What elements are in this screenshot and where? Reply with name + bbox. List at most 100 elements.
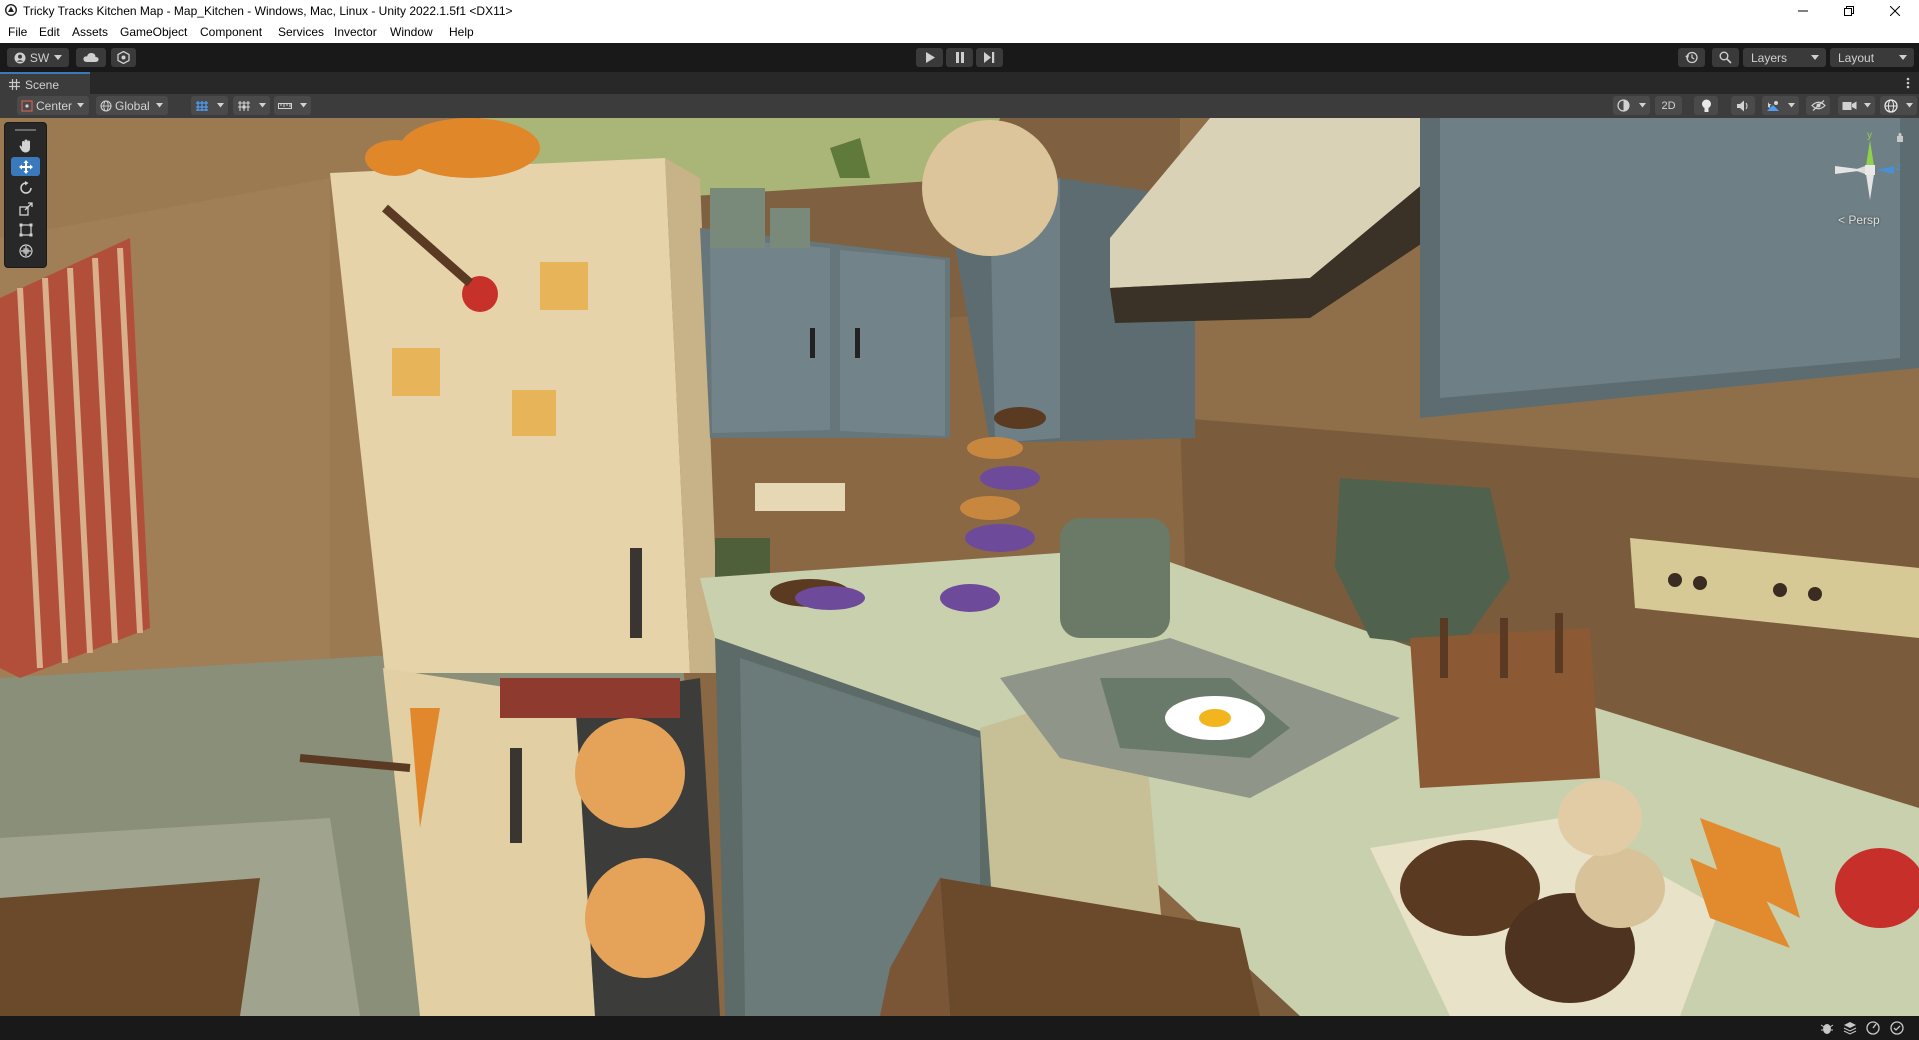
scale-icon	[18, 201, 33, 216]
menu-help[interactable]: Help	[449, 25, 474, 39]
transform-tool-button[interactable]	[11, 241, 40, 260]
move-icon	[18, 159, 33, 174]
play-icon	[925, 52, 935, 63]
step-button[interactable]	[976, 48, 1003, 67]
globe-icon	[100, 99, 112, 112]
menu-edit[interactable]: Edit	[39, 25, 60, 39]
rect-tool-button[interactable]	[11, 220, 40, 239]
pivot-space-dropdown[interactable]: Global	[96, 96, 168, 115]
gizmo-center[interactable]	[1865, 165, 1875, 175]
chevron-down-icon	[77, 103, 84, 108]
eye-hidden-icon	[1810, 100, 1826, 111]
pivot-mode-label: Center	[36, 98, 73, 113]
cloud-button[interactable]	[76, 48, 106, 67]
menu-services[interactable]: Services	[278, 25, 324, 39]
step-icon	[984, 52, 995, 63]
tab-scene[interactable]: Scene	[0, 72, 90, 94]
menu-invector[interactable]: Invector	[334, 25, 377, 39]
effects-dropdown[interactable]	[1762, 96, 1799, 115]
gizmo-globe-icon	[1884, 98, 1898, 113]
transform-icon	[18, 243, 33, 258]
play-button[interactable]	[916, 48, 943, 67]
menu-component[interactable]: Component	[200, 25, 262, 39]
scene-tab-bar: Scene	[0, 72, 1919, 94]
window-title: Tricky Tracks Kitchen Map - Map_Kitchen …	[23, 4, 513, 18]
account-dropdown[interactable]: SW	[7, 48, 69, 67]
account-label: SW	[29, 50, 50, 65]
restore-button[interactable]	[1826, 0, 1872, 22]
search-icon	[1719, 51, 1732, 64]
grid-visibility-icon	[196, 100, 208, 111]
toggle-lighting-button[interactable]	[1694, 96, 1718, 115]
layers-stack-icon[interactable]	[1843, 1021, 1857, 1035]
undo-history-button[interactable]	[1678, 48, 1705, 67]
rect-transform-icon	[19, 223, 32, 236]
layout-dropdown[interactable]: Layout	[1830, 48, 1914, 67]
increment-snapping-dropdown[interactable]	[274, 96, 311, 115]
scale-tool-button[interactable]	[11, 199, 40, 218]
draw-mode-dropdown[interactable]	[1613, 96, 1650, 115]
scene-tools-panel	[4, 122, 47, 268]
pivot-mode-dropdown[interactable]: Center	[17, 96, 89, 115]
pause-button[interactable]	[946, 48, 973, 67]
cloud-icon	[83, 52, 99, 62]
gizmo-y-axis[interactable]	[1866, 140, 1874, 166]
move-tool-button[interactable]	[11, 157, 40, 176]
menu-file[interactable]: File	[8, 25, 27, 39]
close-icon	[1890, 6, 1900, 16]
layers-dropdown[interactable]: Layers	[1743, 48, 1826, 67]
gizmos-dropdown[interactable]	[1880, 96, 1917, 115]
lightbulb-icon	[1701, 99, 1711, 112]
scene-render	[0, 118, 1919, 1016]
grid-snapping-dropdown[interactable]	[233, 96, 270, 115]
gizmo-y-label: y	[1867, 130, 1872, 141]
more-options-icon[interactable]	[1906, 77, 1910, 89]
hand-icon	[19, 139, 30, 152]
account-icon	[14, 52, 26, 63]
ruler-icon	[278, 102, 292, 109]
hand-tool-button[interactable]	[11, 136, 40, 155]
search-button[interactable]	[1712, 48, 1739, 67]
main-toolbar: SW Layers Layout	[0, 43, 1919, 72]
scene-toolbar: Center Global 2D	[0, 94, 1919, 119]
toggle-2d-button[interactable]: 2D	[1655, 96, 1682, 115]
performance-icon[interactable]	[1866, 1021, 1880, 1035]
minimize-button[interactable]	[1780, 0, 1826, 22]
effects-icon	[1767, 100, 1779, 111]
chevron-down-icon	[217, 103, 224, 108]
tab-scene-label: Scene	[25, 78, 60, 92]
chevron-down-icon	[1788, 103, 1795, 108]
chevron-down-icon	[1899, 54, 1907, 60]
projection-label[interactable]: < Persp	[1838, 213, 1880, 227]
dome-lamp	[922, 120, 1058, 256]
scene-camera-dropdown[interactable]	[1838, 96, 1875, 115]
chevron-down-icon	[54, 54, 63, 60]
chevron-down-icon	[300, 103, 307, 108]
menu-window[interactable]: Window	[390, 25, 433, 39]
layout-label: Layout	[1838, 50, 1875, 65]
toggle-2d-label: 2D	[1661, 99, 1676, 112]
lock-icon[interactable]	[1897, 132, 1903, 142]
gizmo-z-axis[interactable]	[1876, 166, 1894, 174]
drag-handle[interactable]	[15, 129, 36, 131]
status-bar	[0, 1016, 1919, 1040]
rotate-tool-button[interactable]	[11, 178, 40, 197]
menu-bar: File Edit Assets GameObject Component Se…	[0, 22, 1919, 44]
pumpkin	[400, 118, 540, 178]
chevron-down-icon	[1906, 103, 1913, 108]
shading-mode-icon	[1617, 99, 1630, 112]
menu-assets[interactable]: Assets	[72, 25, 108, 39]
striped-towel	[0, 238, 150, 678]
close-button[interactable]	[1872, 0, 1918, 22]
menu-gameobject[interactable]: GameObject	[120, 25, 187, 39]
toggle-audio-button[interactable]	[1731, 96, 1755, 115]
unity-logo-icon	[5, 4, 17, 16]
grid-visibility-dropdown[interactable]	[191, 96, 228, 115]
activity-icon[interactable]	[1890, 1021, 1904, 1035]
collab-button[interactable]	[111, 48, 136, 67]
scene-viewport[interactable]	[0, 118, 1919, 1016]
chevron-down-icon	[1811, 54, 1819, 60]
grid-icon	[9, 79, 20, 90]
bug-icon[interactable]	[1820, 1021, 1834, 1035]
scene-visibility-button[interactable]	[1806, 96, 1830, 115]
